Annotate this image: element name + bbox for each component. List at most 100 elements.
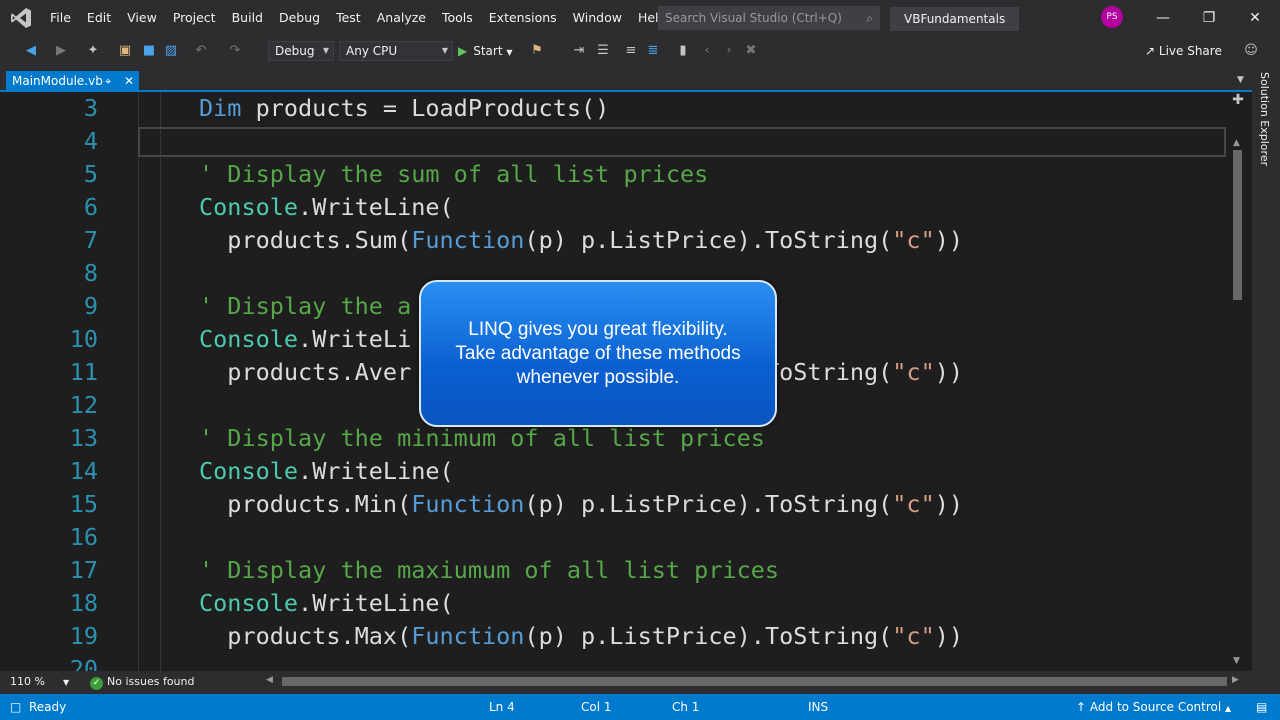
code-token: )): [934, 490, 964, 518]
indent-guide: [160, 92, 161, 671]
attach-icon[interactable]: ⚑: [528, 42, 546, 60]
search-placeholder: Search Visual Studio (Ctrl+Q): [665, 11, 842, 25]
code-token: Console: [199, 193, 299, 221]
platform-dropdown[interactable]: Any CPU ▼: [339, 41, 453, 61]
scroll-right-icon[interactable]: ▶: [1232, 675, 1239, 685]
code-line[interactable]: 14 Console.WriteLine(: [0, 455, 1230, 488]
open-folder-icon[interactable]: ▣: [116, 42, 134, 60]
code-text: products.Max(Function(p) p.ListPrice).To…: [199, 620, 963, 653]
code-line[interactable]: 6 Console.WriteLine(: [0, 191, 1230, 224]
code-line[interactable]: 7 products.Sum(Function(p) p.ListPrice).…: [0, 224, 1230, 257]
vertical-scroll-thumb[interactable]: [1233, 150, 1242, 300]
clear-bookmarks-icon[interactable]: ✖: [742, 42, 760, 60]
code-token: Dim: [199, 94, 256, 122]
code-text: Console.WriteLine(: [199, 455, 454, 488]
solution-name[interactable]: VBFundamentals: [890, 7, 1020, 31]
live-share-button[interactable]: ↗ Live Share: [1145, 42, 1222, 60]
code-token: Function: [411, 226, 525, 254]
line-indicator[interactable]: Ln 4: [489, 694, 515, 720]
uncomment-icon[interactable]: ≣: [644, 42, 662, 60]
code-line[interactable]: 5 ' Display the sum of all list prices: [0, 158, 1230, 191]
check-icon: ✓: [90, 677, 103, 690]
line-number: 19: [69, 622, 98, 650]
code-line[interactable]: 3 Dim products = LoadProducts(): [0, 92, 1230, 125]
configuration-dropdown[interactable]: Debug ▼: [268, 41, 334, 61]
menu-item-analyze[interactable]: Analyze: [369, 0, 434, 36]
menu-item-build[interactable]: Build: [224, 0, 271, 36]
line-number: 7: [83, 226, 98, 254]
code-line[interactable]: 20: [0, 653, 1230, 671]
scroll-up-icon[interactable]: ▲: [1233, 138, 1240, 148]
callout-line-2: Take advantage of these methods: [455, 343, 741, 364]
step-icon[interactable]: ⇥: [570, 42, 588, 60]
code-token: .WriteLine(: [298, 193, 454, 221]
code-token: "c": [892, 490, 935, 518]
restore-icon[interactable]: ❐: [1186, 0, 1232, 36]
menu-item-test[interactable]: Test: [328, 0, 369, 36]
line-number: 14: [69, 457, 98, 485]
redo-icon[interactable]: ↷: [226, 42, 244, 60]
menu-item-file[interactable]: File: [42, 0, 79, 36]
menu-item-extensions[interactable]: Extensions: [481, 0, 565, 36]
close-window-icon[interactable]: ✕: [1232, 0, 1278, 36]
next-bookmark-icon[interactable]: ›: [720, 42, 738, 60]
code-line[interactable]: 16: [0, 521, 1230, 554]
pin-icon[interactable]: ⌖: [105, 71, 111, 92]
insert-mode-indicator[interactable]: INS: [808, 694, 828, 720]
menu-item-window[interactable]: Window: [565, 0, 630, 36]
scroll-left-icon[interactable]: ◀: [266, 675, 273, 685]
char-indicator[interactable]: Ch 1: [672, 694, 699, 720]
code-token: .WriteLi: [298, 325, 412, 353]
status-icon: □: [10, 700, 22, 714]
forward-icon[interactable]: ▶: [52, 42, 70, 60]
code-token: Console: [199, 325, 299, 353]
menu-items: File Edit View Project Build Debug Test Analyze…: [42, 0, 674, 36]
menu-item-edit[interactable]: Edit: [79, 0, 119, 36]
new-project-icon[interactable]: ✦: [84, 42, 102, 60]
breakpoints-icon[interactable]: ☰: [594, 42, 612, 60]
search-icon[interactable]: ⌕: [866, 11, 873, 26]
line-number: 18: [69, 589, 98, 617]
save-all-icon[interactable]: ▨: [162, 42, 180, 60]
code-line[interactable]: 19 products.Max(Function(p) p.ListPrice)…: [0, 620, 1230, 653]
code-line[interactable]: 17 ' Display the maxiumum of all list pri…: [0, 554, 1230, 587]
tab-mainmodule[interactable]: MainModule.vb ⌖ ✕: [6, 71, 139, 92]
start-button[interactable]: ▶ Start ▼: [458, 42, 513, 60]
horizontal-scroll-thumb[interactable]: [282, 677, 1227, 686]
back-icon[interactable]: ◀: [22, 42, 40, 60]
code-token: ' Display the a: [199, 292, 412, 320]
notifications-icon[interactable]: ▤: [1256, 694, 1267, 720]
code-text: Console.WriteLine(: [199, 587, 454, 620]
code-line[interactable]: 18 Console.WriteLine(: [0, 587, 1230, 620]
bookmark-icon[interactable]: ▮: [674, 42, 692, 60]
zoom-dropdown[interactable]: 110 % ▼: [10, 675, 69, 688]
document-tab-strip: MainModule.vb ⌖ ✕: [0, 66, 1252, 92]
scroll-down-icon[interactable]: ▼: [1233, 656, 1240, 666]
feedback-icon[interactable]: ☺: [1242, 42, 1260, 60]
code-line[interactable]: 15 products.Min(Function(p) p.ListPrice)…: [0, 488, 1230, 521]
menu-item-project[interactable]: Project: [165, 0, 224, 36]
code-text: Console.WriteLi: [199, 323, 411, 356]
source-control-button[interactable]: ↑ Add to Source Control ▲: [1076, 694, 1231, 720]
toolbar: ◀ ▶ ✦ ▣ ■ ▨ ↶ ↷ Debug ▼ Any CPU ▼ ▶ Start ▼…: [0, 36, 1280, 66]
split-editor-icon[interactable]: ✚: [1231, 92, 1245, 108]
tab-list-dropdown-icon[interactable]: ▼: [1237, 75, 1244, 85]
avatar[interactable]: PS: [1101, 6, 1123, 28]
menu-item-debug[interactable]: Debug: [271, 0, 328, 36]
issues-indicator[interactable]: ✓ No issues found: [90, 675, 194, 690]
comment-icon[interactable]: ≡: [622, 42, 640, 60]
visual-studio-logo-icon[interactable]: [0, 0, 42, 36]
code-token: products.Aver: [199, 358, 412, 386]
code-token: ' Display the maxiumum of all list price…: [199, 556, 780, 584]
menu-item-tools[interactable]: Tools: [434, 0, 481, 36]
minimize-icon[interactable]: —: [1140, 0, 1186, 36]
search-input[interactable]: Search Visual Studio (Ctrl+Q) ⌕: [658, 6, 880, 30]
save-icon[interactable]: ■: [140, 42, 158, 60]
undo-icon[interactable]: ↶: [192, 42, 210, 60]
column-indicator[interactable]: Col 1: [581, 694, 612, 720]
menu-item-view[interactable]: View: [119, 0, 165, 36]
close-icon[interactable]: ✕: [124, 71, 134, 92]
solution-explorer-tab[interactable]: Solution Explorer: [1257, 72, 1271, 172]
prev-bookmark-icon[interactable]: ‹: [698, 42, 716, 60]
arrow-up-icon: ↑: [1076, 700, 1087, 714]
